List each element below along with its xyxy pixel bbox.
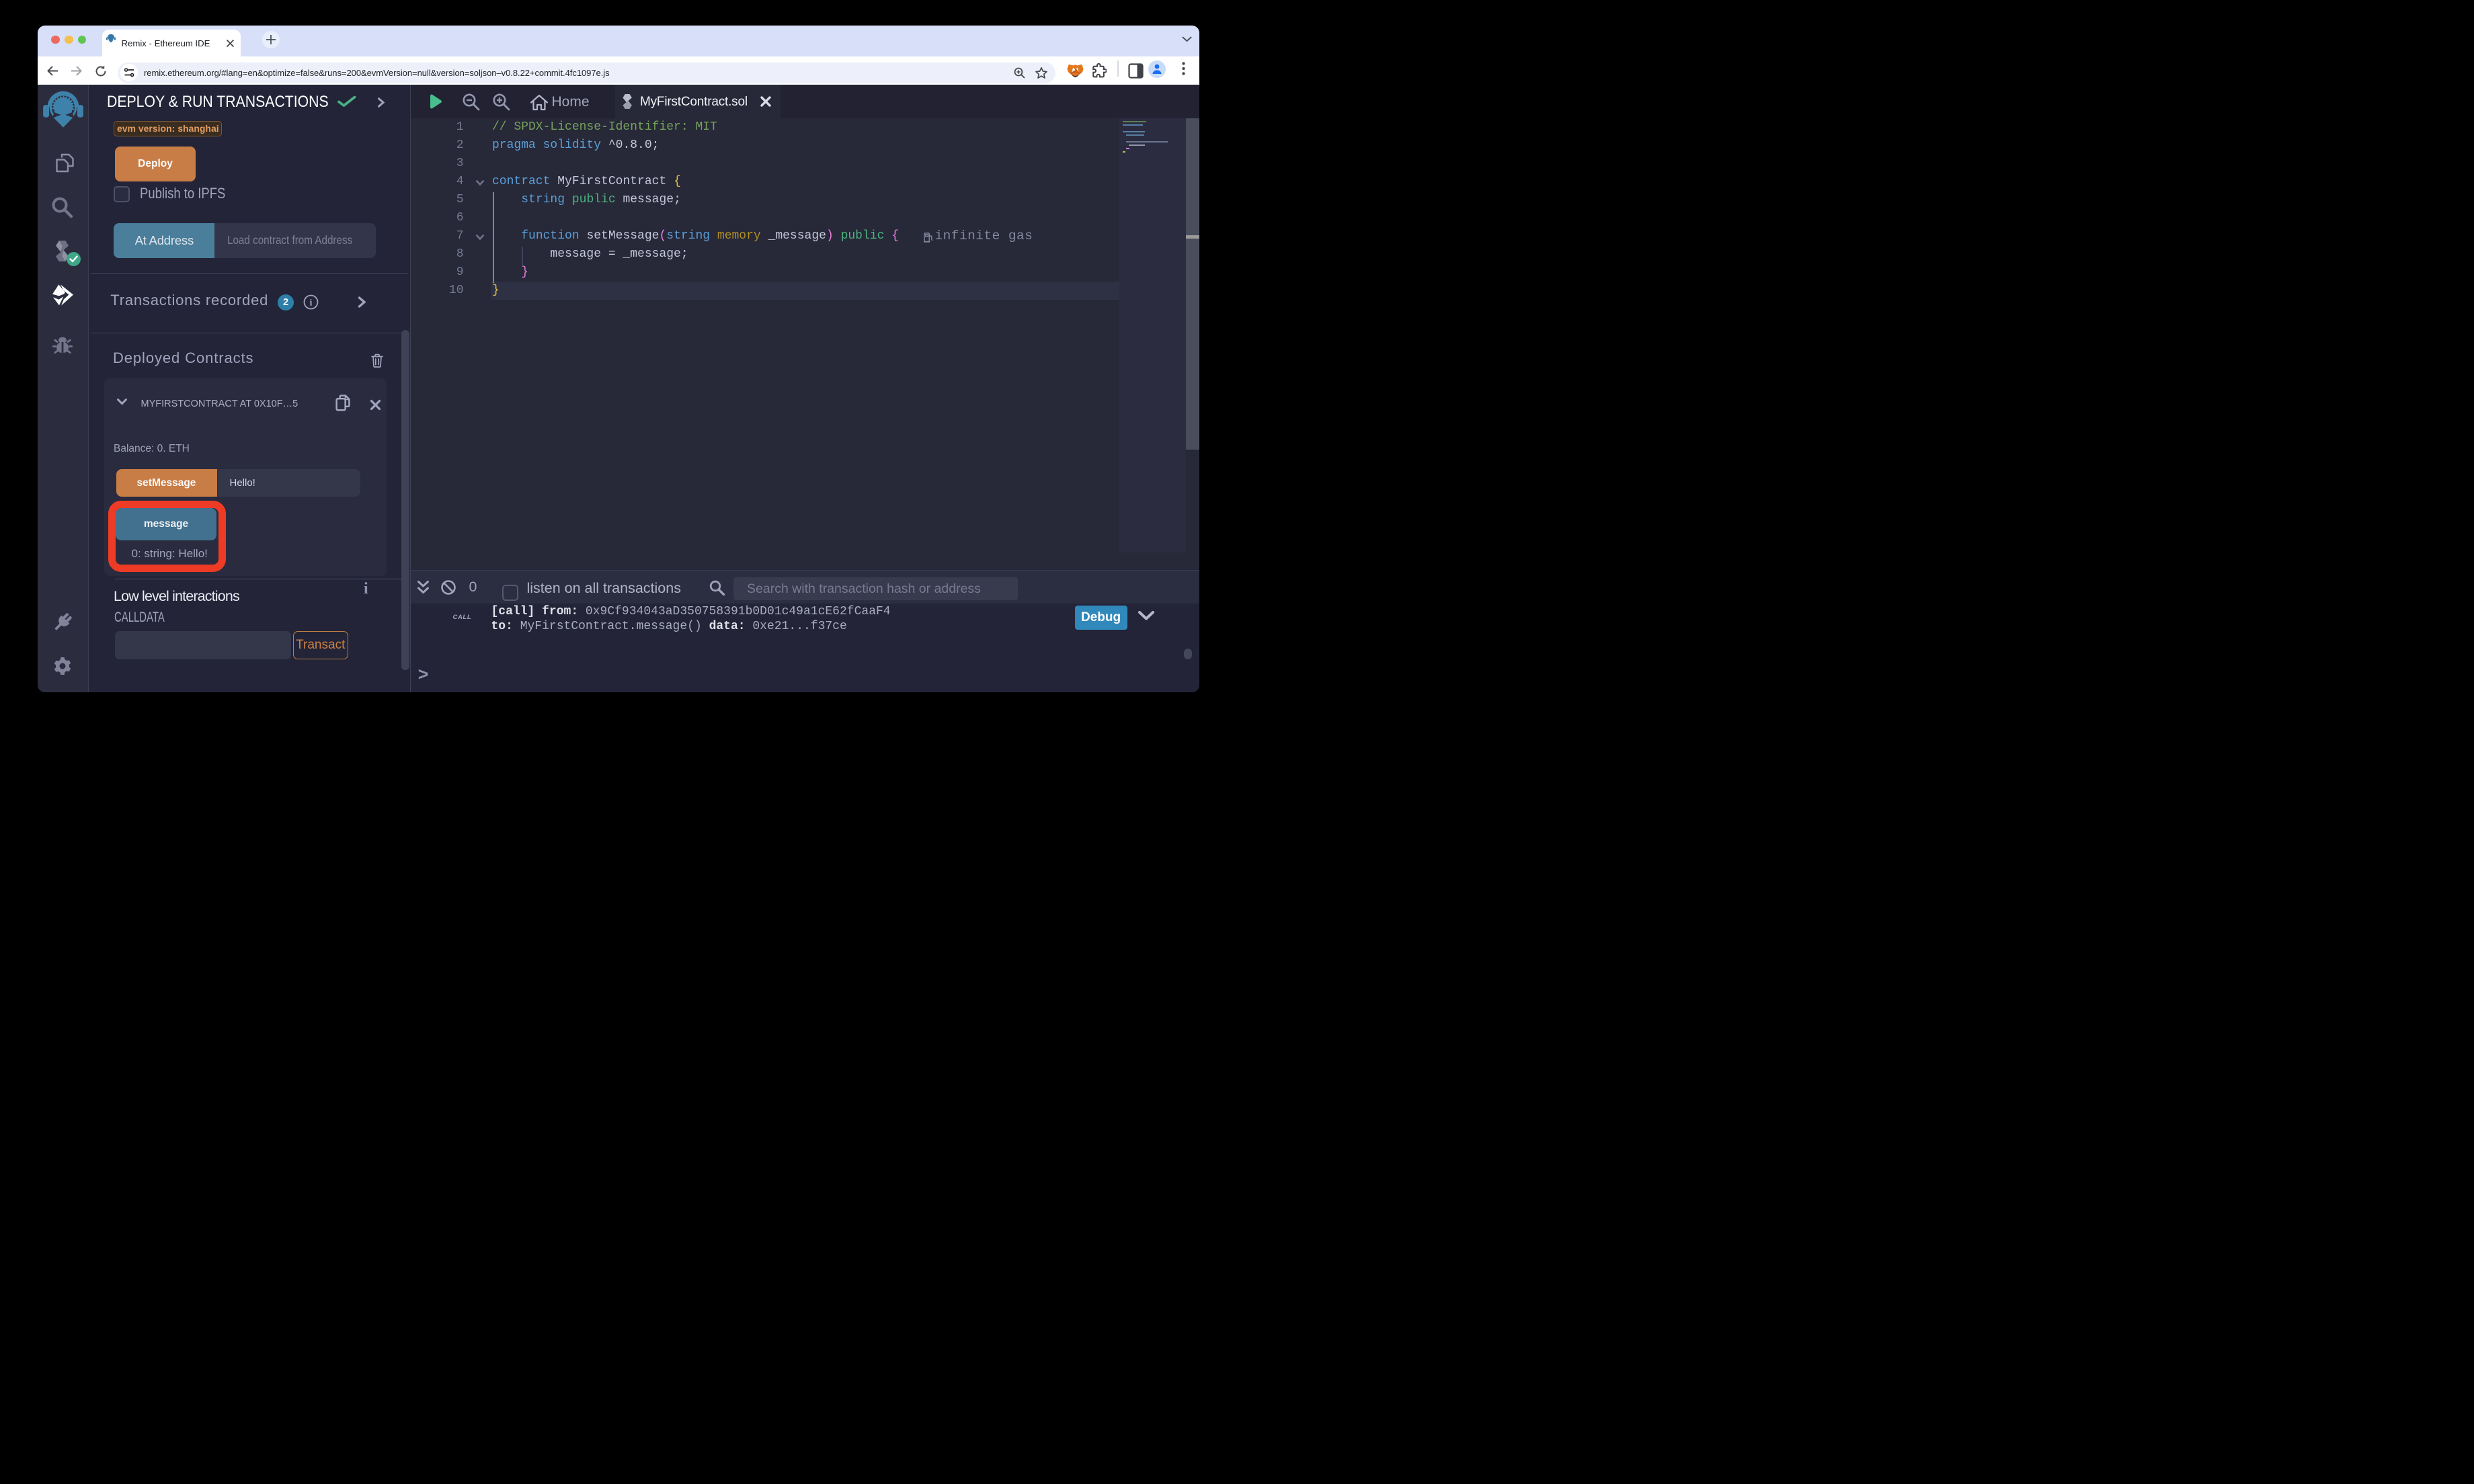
svg-text:i: i xyxy=(309,298,312,308)
